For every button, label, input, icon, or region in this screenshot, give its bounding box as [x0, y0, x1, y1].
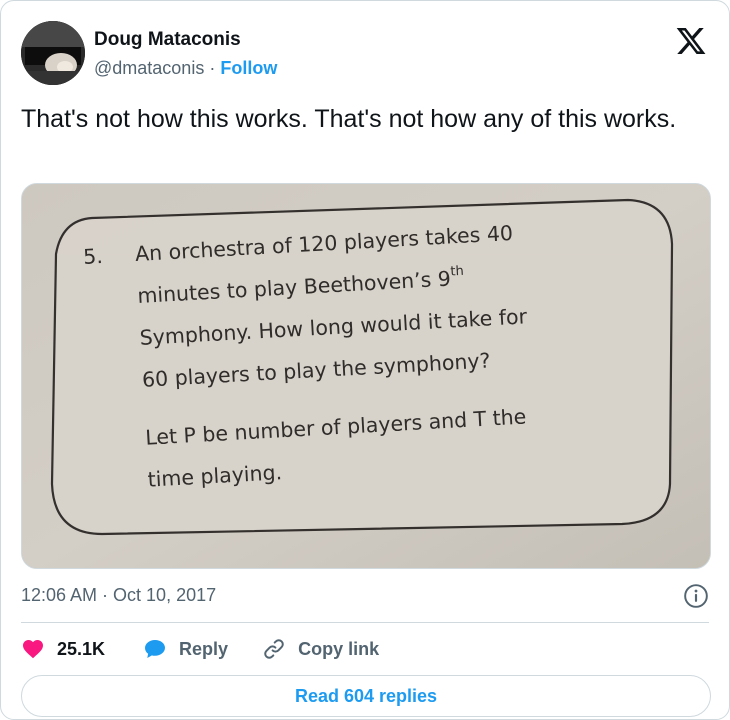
problem-superscript: th [450, 263, 465, 280]
reply-bubble-icon [145, 640, 166, 658]
author-handle[interactable]: @dmataconis [94, 58, 204, 78]
avatar-image [21, 21, 85, 85]
link-icon [264, 639, 284, 659]
divider [21, 622, 709, 623]
heart-icon [23, 640, 43, 659]
tweet-timestamp[interactable]: 12:06 AM · Oct 10, 2017 [21, 584, 216, 606]
problem-number: 5. [82, 243, 104, 269]
like-count: 25.1K [57, 638, 106, 659]
reply-button[interactable]: Reply [143, 637, 228, 661]
copy-link-button[interactable]: Copy link [262, 637, 379, 661]
like-button[interactable]: 25.1K [21, 637, 105, 661]
follow-button[interactable]: Follow [220, 58, 277, 78]
action-bar: 25.1K Reply Copy link [21, 635, 379, 663]
info-icon[interactable] [683, 583, 709, 609]
tweet-embed-card: Doug Mataconis @dmataconis · Follow That… [0, 0, 730, 720]
author-name[interactable]: Doug Mataconis [94, 29, 277, 51]
avatar[interactable] [21, 21, 85, 85]
tweet-text: That's not how this works. That's not ho… [21, 105, 677, 133]
meta-separator: · [209, 58, 216, 78]
tweet-photo[interactable]: 5. An orchestra of 120 players takes 40 m… [21, 183, 711, 569]
author-meta: @dmataconis · Follow [94, 57, 277, 79]
read-replies-button[interactable]: Read 604 replies [21, 675, 711, 717]
author-block: Doug Mataconis @dmataconis · Follow [94, 29, 277, 79]
x-logo-icon[interactable] [675, 25, 707, 57]
reply-label: Reply [179, 638, 229, 659]
problem-text: 5. An orchestra of 120 players takes 40 m… [82, 205, 656, 504]
copy-link-label: Copy link [298, 638, 380, 659]
